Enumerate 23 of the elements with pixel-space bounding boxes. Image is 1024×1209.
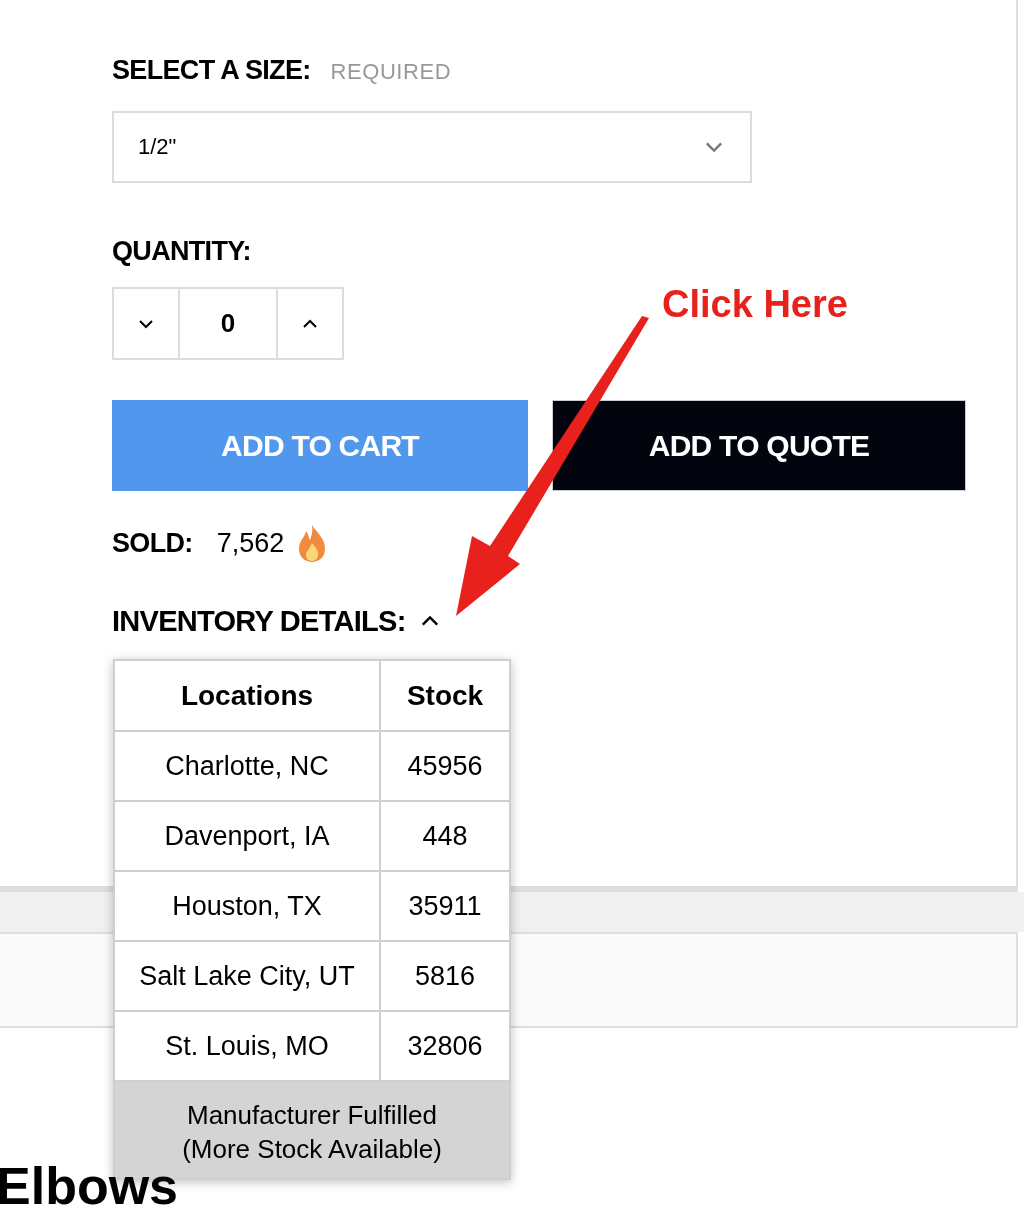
location-cell: Salt Lake City, UT — [115, 941, 380, 1011]
stock-cell: 448 — [380, 801, 509, 871]
required-note: REQUIRED — [330, 58, 452, 86]
location-cell: Charlotte, NC — [115, 731, 380, 801]
size-select[interactable]: 1/2" — [112, 110, 752, 183]
inventory-label: INVENTORY DETAILS: — [112, 603, 406, 639]
annotation-text: Click Here — [662, 282, 848, 327]
add-to-quote-button[interactable]: ADD TO QUOTE — [552, 400, 966, 491]
sold-count: 7,562 — [216, 527, 285, 560]
location-cell: Houston, TX — [115, 871, 380, 941]
stock-cell: 5816 — [380, 941, 509, 1011]
location-cell: Davenport, IA — [115, 801, 380, 871]
section-heading: Elbows — [0, 1160, 179, 1209]
stock-cell: 45956 — [380, 731, 509, 801]
column-header: Stock — [380, 661, 509, 731]
footer-note: Manufacturer Fulfilled — [187, 1099, 437, 1132]
stock-cell: 35911 — [380, 871, 509, 941]
sold-label: SOLD: — [112, 527, 193, 560]
footer-note: (More Stock Available) — [182, 1133, 442, 1166]
column-header: Locations — [115, 661, 380, 731]
quantity-label: QUANTITY: — [112, 234, 252, 268]
size-label: SELECT A SIZE: — [112, 54, 311, 87]
size-value: 1/2" — [138, 133, 177, 161]
